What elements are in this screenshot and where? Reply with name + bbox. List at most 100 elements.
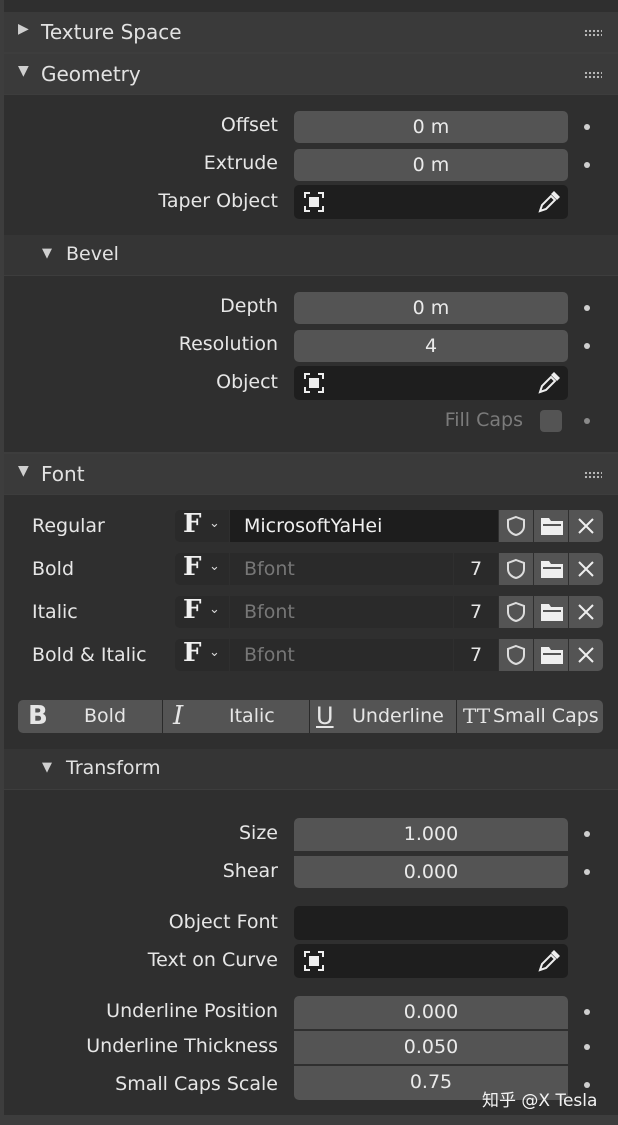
underline-toggle-button[interactable]: U Underline [310,700,456,733]
text-on-curve-field[interactable] [294,944,568,978]
font-users-count[interactable]: 7 [454,596,498,628]
italic-toggle-button[interactable]: I Italic [163,700,309,733]
object-font-label: Object Font [168,911,278,933]
small-caps-toggle-label: Small Caps [493,705,599,727]
open-font-button[interactable] [534,639,568,671]
font-users-count[interactable]: 7 [454,553,498,585]
eyedropper-icon[interactable] [536,189,562,215]
open-font-button[interactable] [534,553,568,585]
depth-field[interactable]: 0 m [294,292,568,324]
font-browse-button[interactable]: F ⌄ [175,509,229,542]
fill-caps-label: Fill Caps [444,409,523,431]
small-caps-icon: TT [463,704,491,728]
keyframe-dot-icon[interactable] [584,1044,590,1050]
font-bold-italic-name[interactable]: Bfont [230,639,453,671]
bold-icon: B [28,701,48,731]
shield-icon [507,644,525,666]
unlink-font-button[interactable] [569,553,603,585]
close-icon [578,518,594,534]
italic-icon: I [173,701,184,731]
subpanel-transform-header[interactable]: ▼ Transform [4,749,618,789]
subpanel-title: Transform [66,757,161,779]
fill-caps-checkbox[interactable] [540,410,562,432]
object-font-field[interactable] [294,906,568,940]
subpanel-title: Bevel [66,243,119,265]
text-on-curve-label: Text on Curve [147,949,278,971]
collapse-triangle-icon: ▼ [42,246,52,261]
font-icon: F [183,509,202,539]
fake-user-button[interactable] [499,596,533,628]
text-style-toggle-bar: B Bold I Italic U Underline TT Small Cap… [18,700,603,733]
font-bold-name[interactable]: Bfont [230,553,453,585]
panel-title: Texture Space [41,20,182,44]
extrude-field[interactable]: 0 m [294,149,568,181]
size-label: Size [238,822,278,844]
fake-user-button[interactable] [499,510,533,542]
italic-toggle-label: Italic [229,705,275,727]
taper-object-field[interactable] [294,185,568,219]
drag-grip-icon[interactable] [584,71,602,79]
keyframe-dot-icon[interactable] [584,305,590,311]
unlink-font-button[interactable] [569,639,603,671]
font-browse-button[interactable]: F ⌄ [175,552,229,585]
collapse-triangle-icon: ▼ [18,63,29,79]
small-caps-scale-label: Small Caps Scale [115,1073,278,1095]
folder-icon [541,518,563,535]
small-caps-toggle-button[interactable]: TT Small Caps [457,700,603,733]
size-field[interactable]: 1.000 [294,818,568,851]
drag-grip-icon[interactable] [584,471,602,479]
chevron-down-icon: ⌄ [209,645,220,660]
open-font-button[interactable] [534,596,568,628]
keyframe-dot-icon[interactable] [584,1009,590,1015]
close-icon [578,647,594,663]
unlink-font-button[interactable] [569,596,603,628]
subpanel-bevel-header[interactable]: ▼ Bevel [4,235,618,275]
font-browse-button[interactable]: F ⌄ [175,595,229,628]
watermark-text: 知乎 @X Tesla [482,1091,598,1111]
keyframe-dot-icon[interactable] [584,831,590,837]
keyframe-dot-icon[interactable] [584,869,590,875]
bevel-object-field[interactable] [294,366,568,400]
underline-position-field[interactable]: 0.000 [294,996,568,1029]
object-box-icon [304,192,324,212]
panel-title: Font [41,462,85,486]
keyframe-dot-icon[interactable] [584,162,590,168]
keyframe-dot-icon[interactable] [584,124,590,130]
bold-toggle-button[interactable]: B Bold [18,700,162,733]
drag-grip-icon[interactable] [584,29,602,37]
collapse-triangle-icon: ▼ [42,760,52,775]
font-icon: F [183,552,202,582]
chevron-down-icon: ⌄ [209,559,220,574]
panel-font-header[interactable]: ▼ Font [4,454,618,494]
underline-thickness-field[interactable]: 0.050 [294,1031,568,1064]
font-regular-name[interactable]: MicrosoftYaHei [230,510,498,542]
offset-field[interactable]: 0 m [294,111,568,143]
fake-user-button[interactable] [499,553,533,585]
fake-user-button[interactable] [499,639,533,671]
font-bold-italic-label: Bold & Italic [32,644,147,666]
keyframe-dot-icon[interactable] [584,343,590,349]
eyedropper-icon[interactable] [536,948,562,974]
font-italic-name[interactable]: Bfont [230,596,453,628]
panel-texture-space-header[interactable]: ▶ Texture Space [4,12,618,52]
underline-icon: U [316,702,334,730]
offset-label: Offset [220,114,278,136]
eyedropper-icon[interactable] [536,370,562,396]
open-font-button[interactable] [534,510,568,542]
font-users-count[interactable]: 7 [454,639,498,671]
folder-icon [541,647,563,664]
resolution-label: Resolution [178,333,278,355]
font-icon: F [183,638,202,668]
font-browse-button[interactable]: F ⌄ [175,638,229,671]
unlink-font-button[interactable] [569,510,603,542]
close-icon [578,561,594,577]
resolution-field[interactable]: 4 [294,330,568,362]
panel-geometry-header[interactable]: ▼ Geometry [4,54,618,94]
underline-thickness-label: Underline Thickness [86,1035,278,1057]
folder-icon [541,604,563,621]
keyframe-dot-icon[interactable] [584,418,590,424]
depth-label: Depth [220,295,278,317]
font-italic-label: Italic [32,601,78,623]
chevron-down-icon: ⌄ [209,516,220,531]
shear-field[interactable]: 0.000 [294,856,568,888]
